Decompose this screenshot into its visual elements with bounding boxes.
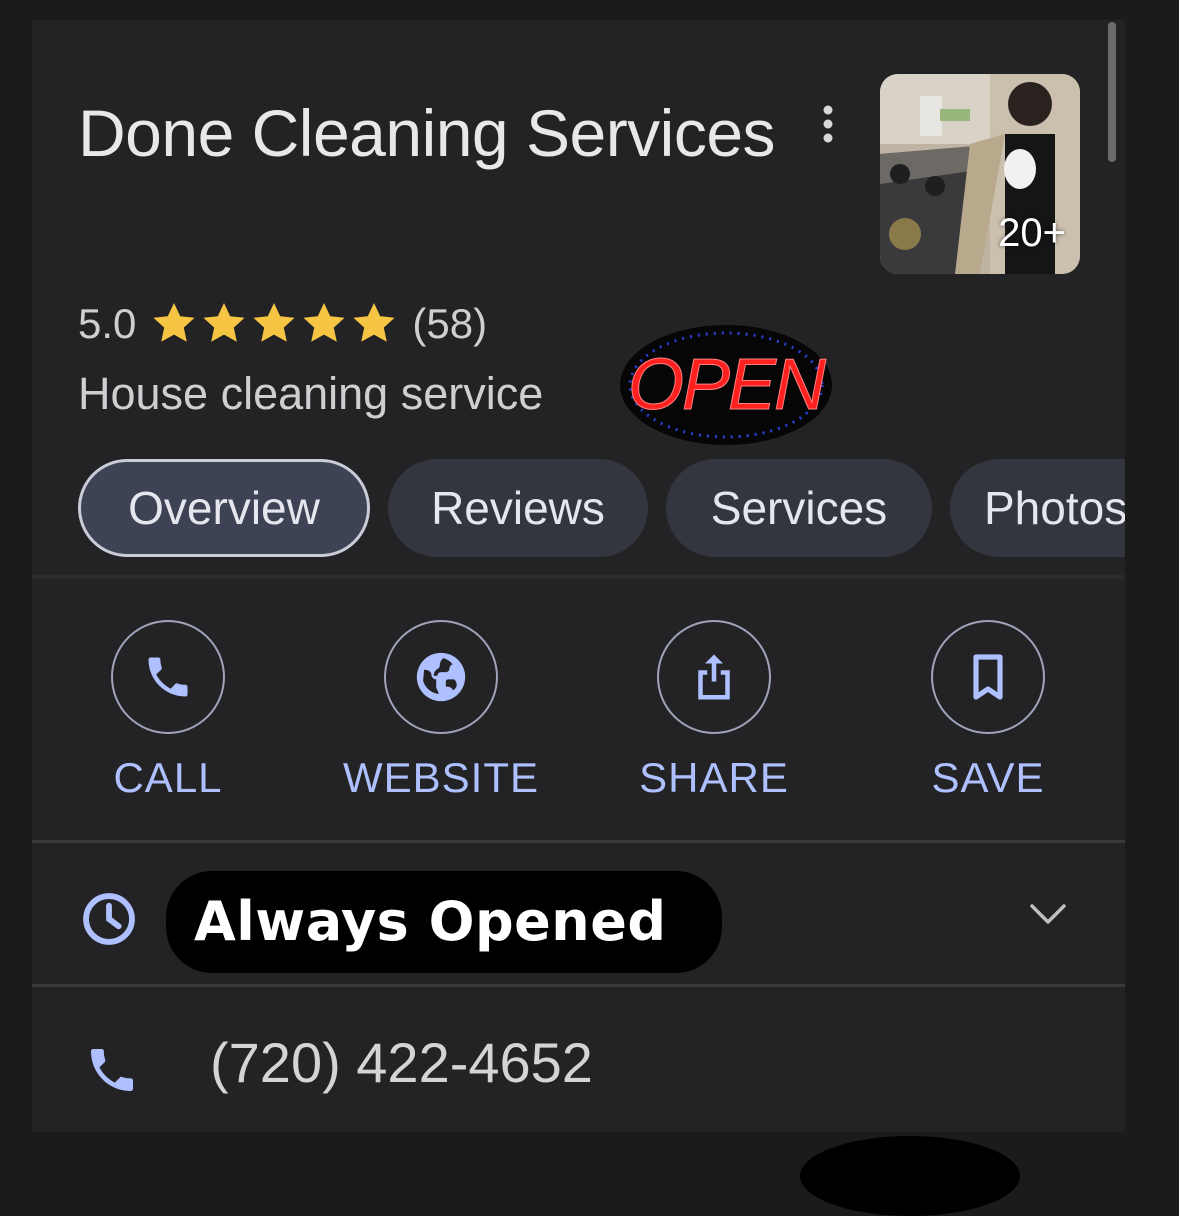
globe-icon	[416, 652, 466, 702]
call-icon-circle	[111, 620, 225, 734]
tab-reviews[interactable]: Reviews	[388, 459, 648, 557]
open-sign-sticker: OPEN	[620, 325, 832, 445]
hours-highlight: Always Opened	[166, 871, 722, 973]
star-icon	[303, 303, 345, 342]
star-icon	[253, 303, 295, 342]
share-button[interactable]: SHARE	[594, 620, 834, 802]
star-icon	[203, 303, 245, 342]
overlay-shape	[800, 1136, 1020, 1216]
save-icon-circle	[931, 620, 1045, 734]
hours-status: Always Opened	[194, 890, 667, 953]
star-icon	[153, 303, 195, 342]
app-screen: Done Cleaning Services 20+ 5.0 (58) Hous…	[0, 0, 1179, 1216]
website-label: WEBSITE	[342, 754, 540, 801]
rating-value: 5.0	[78, 300, 137, 347]
scrollbar[interactable]	[1108, 22, 1116, 162]
phone-icon	[91, 1049, 133, 1091]
call-label: CALL	[113, 754, 223, 801]
place-category: House cleaning service	[78, 368, 544, 419]
rating-row[interactable]: 5.0 (58)	[78, 296, 487, 352]
save-label: SAVE	[931, 754, 1045, 801]
call-button[interactable]: CALL	[48, 620, 288, 802]
phone-icon	[148, 657, 188, 697]
bookmark-icon	[973, 654, 1003, 700]
save-button[interactable]: SAVE	[868, 620, 1108, 802]
star-rating	[150, 301, 400, 347]
more-vert-icon	[823, 105, 833, 143]
place-photo-thumbnail[interactable]: 20+	[880, 74, 1080, 274]
tab-services[interactable]: Services	[666, 459, 932, 557]
website-button[interactable]: WEBSITE	[321, 620, 561, 802]
actions-divider	[32, 840, 1125, 843]
hours-row[interactable]: Always Opened	[32, 868, 1125, 980]
star-icon	[353, 303, 395, 342]
share-label: SHARE	[639, 754, 789, 801]
share-icon-circle	[657, 620, 771, 734]
clock-icon	[83, 893, 135, 945]
phone-row[interactable]: (720) 422-4652	[32, 1000, 1125, 1130]
photo-count: 20+	[998, 211, 1066, 255]
phone-number: (720) 422-4652	[210, 1031, 593, 1094]
share-icon	[698, 654, 730, 700]
chevron-down-icon[interactable]	[1028, 902, 1068, 928]
website-icon-circle	[384, 620, 498, 734]
hours-divider	[32, 984, 1125, 987]
place-title: Done Cleaning Services	[78, 96, 776, 170]
open-sign-text: OPEN	[628, 345, 827, 425]
more-options-button[interactable]	[808, 100, 848, 148]
tabs-divider	[32, 575, 1125, 579]
tab-bar: Overview Reviews Services Photos	[78, 459, 1125, 557]
tab-photos[interactable]: Photos	[950, 459, 1125, 557]
tab-overview[interactable]: Overview	[78, 459, 370, 557]
review-count: (58)	[412, 300, 488, 347]
